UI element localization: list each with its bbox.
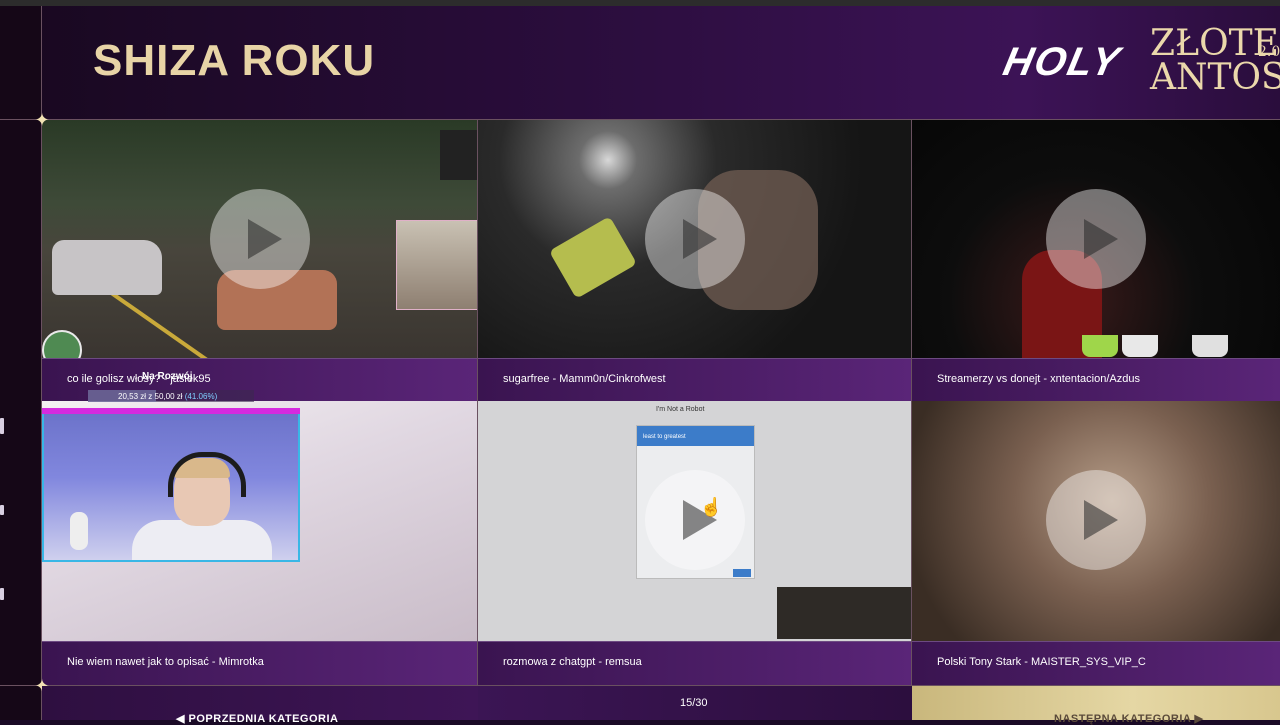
bottle-shape [548,216,638,299]
video-title: rozmowa z chatgpt - remsua [503,656,642,668]
rail-marker [0,588,4,600]
donation-amount: 20,53 zł z 50,00 zł (41.06%) [118,392,217,401]
prev-category-label[interactable]: ◀ POPRZEDNIA KATEGORIA [176,712,338,725]
video-thumbnail[interactable] [42,120,478,358]
next-category-label[interactable]: NASTĘPNA KATEGORIA ▶ [1054,712,1203,725]
holy-logo: HOLY [999,40,1125,84]
facecam [396,220,478,310]
video-thumbnail[interactable] [912,120,1280,358]
play-icon[interactable] [1046,470,1146,570]
video-title: Nie wiem nawet jak to opisać - Mimrotka [67,656,264,668]
video-title: sugarfree - Mamm0n/Cinkrofwest [503,373,666,385]
captcha-instruction: least to greatest [643,434,686,440]
donation-label: Na Rozwój [142,371,193,382]
headphones-icon [168,452,246,497]
star-ornament-icon: ✦ [34,110,50,130]
streamer-webcam-overlay [42,408,300,562]
car-shape [52,240,162,295]
cup-shape [1192,335,1228,357]
video-caption[interactable]: sugarfree - Mamm0n/Cinkrofwest [478,358,912,401]
captcha-verify-button[interactable] [733,569,751,577]
video-title: Streamerzy vs donejt - xntentacion/Azdus [937,373,1140,385]
video-card[interactable]: co ile golisz włosy? - jasiek95 [42,120,478,401]
game-hud [440,130,478,180]
cup-shape [1122,335,1158,357]
video-card[interactable]: Polski Tony Stark - MAISTER_SYS_VIP_C [912,401,1280,685]
streamer-body [132,520,272,560]
donation-separator: z [148,392,153,401]
next-category-text: NASTĘPNA KATEGORIA [1054,713,1191,725]
zlote-antosie-logo-line2: ANTOSIE [1150,57,1280,98]
video-thumbnail[interactable] [912,401,1280,641]
grid-line [477,120,478,720]
rail-marker [0,418,4,434]
video-thumbnail[interactable]: I'm Not a Robot least to greatest ☝ [478,401,912,641]
play-icon[interactable] [210,189,310,289]
arrow-right-icon: ▶ [1194,713,1204,725]
overlay-accent-strip [42,408,300,414]
captcha-title: I'm Not a Robot [656,406,705,413]
video-thumbnail[interactable] [478,120,912,358]
page-title: SHIZA ROKU [93,36,376,85]
video-title: Polski Tony Stark - MAISTER_SYS_VIP_C [937,656,1146,668]
arrow-left-icon: ◀ [176,713,185,725]
rail-marker [0,505,4,515]
cup-shape [1082,335,1118,357]
prev-category-text: POPRZEDNIA KATEGORIA [188,713,339,725]
logo-year: 2.0 [1258,44,1280,60]
video-caption[interactable]: Polski Tony Stark - MAISTER_SYS_VIP_C [912,641,1280,685]
video-caption[interactable]: rozmowa z chatgpt - remsua [478,641,912,685]
grid-line [0,119,1280,120]
donation-percent: (41.06%) [184,392,218,401]
page-indicator: 15/30 [680,697,708,709]
play-icon[interactable] [645,189,745,289]
grid-line [911,120,912,720]
hand-cursor-icon: ☝ [700,497,723,517]
video-card[interactable]: sugarfree - Mamm0n/Cinkrofwest [478,120,912,401]
video-caption[interactable]: Streamerzy vs donejt - xntentacion/Azdus [912,358,1280,401]
video-caption[interactable]: Nie wiem nawet jak to opisać - Mimrotka [42,641,478,685]
donation-goal: 50,00 zł [154,392,183,401]
donation-current: 20,53 zł [118,392,147,401]
facecam [777,587,912,639]
minimap [42,330,82,358]
video-card[interactable]: I'm Not a Robot least to greatest ☝ rozm… [478,401,912,685]
lamp-shape [70,512,88,550]
play-icon[interactable] [645,470,745,570]
video-card[interactable]: Streamerzy vs donejt - xntentacion/Azdus [912,120,1280,401]
play-icon[interactable] [1046,189,1146,289]
